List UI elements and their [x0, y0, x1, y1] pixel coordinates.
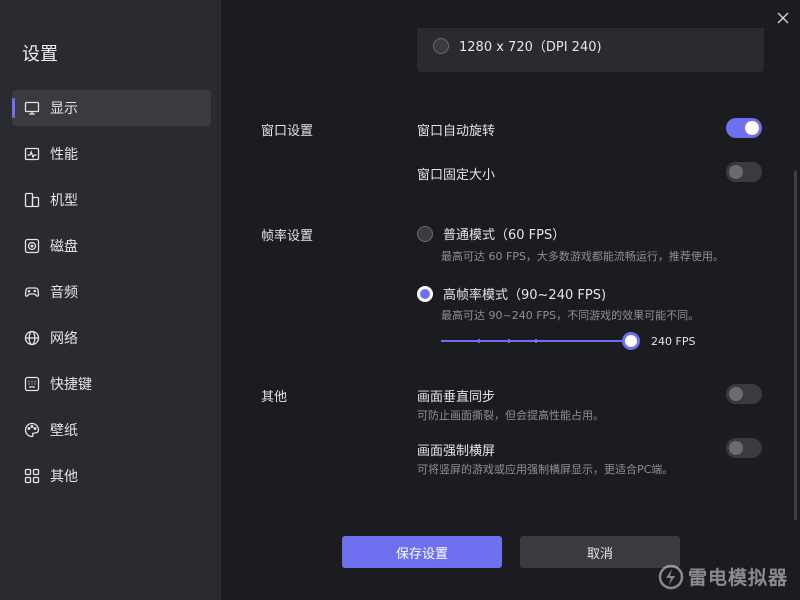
- normal-fps-radio[interactable]: [417, 225, 433, 242]
- sidebar-item-shortcuts[interactable]: 快捷键: [12, 366, 211, 402]
- slider-tick: [535, 339, 537, 343]
- sidebar-item-performance[interactable]: 性能: [12, 136, 211, 172]
- high-fps-radio[interactable]: [417, 285, 433, 302]
- performance-icon: [24, 146, 40, 162]
- fixed-size-label: 窗口固定大小: [417, 168, 496, 183]
- sidebar-item-wallpaper[interactable]: 壁纸: [12, 412, 211, 448]
- resolution-option-1280x720[interactable]: 1280 x 720（DPI 240): [433, 36, 602, 55]
- keyboard-icon: [24, 376, 40, 392]
- disk-icon: [24, 238, 40, 254]
- grid-icon: [24, 468, 40, 484]
- sidebar-item-label: 壁纸: [50, 423, 78, 439]
- force-landscape-toggle[interactable]: [726, 438, 762, 458]
- normal-fps-description: 最高可达 60 FPS，大多数游戏都能流畅运行，推荐使用。: [441, 250, 724, 263]
- sidebar-item-label: 显示: [50, 101, 78, 117]
- frame-rate-section-label: 帧率设置: [261, 229, 314, 244]
- ldplayer-watermark: 雷电模拟器: [658, 563, 788, 590]
- palette-icon: [24, 422, 40, 438]
- sidebar-item-display[interactable]: 显示: [12, 90, 211, 126]
- ldplayer-logo-icon: [658, 564, 684, 589]
- normal-fps-option[interactable]: 普通模式（60 FPS）: [417, 224, 565, 243]
- high-fps-description: 最高可达 90~240 FPS，不同游戏的效果可能不同。: [441, 309, 700, 322]
- window-settings-section-label: 窗口设置: [261, 124, 314, 139]
- settings-nav: 显示 性能 机型 磁盘 音频 网络 快捷键 壁纸 其他: [12, 90, 211, 504]
- fixed-size-toggle[interactable]: [726, 162, 762, 182]
- resolution-list: 1280 x 720（DPI 240): [417, 28, 764, 72]
- settings-title: 设置: [22, 44, 58, 65]
- slider-tick: [508, 339, 511, 343]
- close-icon: [777, 12, 789, 24]
- scrollbar[interactable]: [794, 170, 797, 520]
- fps-value-label: 240 FPS: [651, 335, 696, 348]
- fps-slider[interactable]: [441, 332, 640, 350]
- slider-thumb[interactable]: [622, 332, 640, 350]
- sidebar-item-device-model[interactable]: 机型: [12, 182, 211, 218]
- sidebar-item-label: 磁盘: [50, 239, 78, 255]
- monitor-icon: [24, 100, 40, 116]
- high-fps-option[interactable]: 高帧率模式（90~240 FPS): [417, 284, 606, 303]
- device-model-icon: [24, 192, 40, 208]
- watermark-text: 雷电模拟器: [687, 567, 788, 589]
- other-section-label: 其他: [261, 390, 288, 405]
- radio-button[interactable]: [433, 37, 449, 54]
- vsync-toggle[interactable]: [726, 384, 762, 404]
- vsync-label: 画面垂直同步: [417, 390, 496, 405]
- sidebar-item-label: 性能: [50, 147, 78, 163]
- sidebar-item-label: 音频: [50, 285, 78, 301]
- sidebar-item-label: 机型: [50, 193, 78, 209]
- vsync-description: 可防止画面撕裂，但会提高性能占用。: [417, 409, 604, 422]
- slider-tick: [478, 339, 480, 343]
- auto-rotate-toggle[interactable]: [726, 118, 762, 138]
- normal-fps-label: 普通模式（60 FPS）: [443, 228, 566, 243]
- sidebar-item-label: 其他: [50, 469, 78, 485]
- settings-sidebar: 设置 显示 性能 机型 磁盘 音频 网络 快捷键 壁纸 其他: [0, 0, 221, 600]
- force-landscape-description: 可将竖屏的游戏或应用强制横屏显示，更适合PC端。: [417, 463, 674, 476]
- globe-icon: [24, 330, 40, 346]
- gamepad-icon: [24, 284, 40, 300]
- sidebar-item-label: 快捷键: [50, 377, 92, 393]
- force-landscape-label: 画面强制横屏: [417, 444, 496, 459]
- sidebar-item-label: 网络: [50, 331, 78, 347]
- resolution-option-label: 1280 x 720（DPI 240): [459, 40, 602, 55]
- auto-rotate-label: 窗口自动旋转: [417, 124, 496, 139]
- sidebar-item-network[interactable]: 网络: [12, 320, 211, 356]
- save-settings-button[interactable]: 保存设置: [342, 536, 502, 568]
- high-fps-label: 高帧率模式（90~240 FPS): [443, 288, 607, 303]
- settings-content: 1280 x 720（DPI 240) 窗口设置 窗口自动旋转 窗口固定大小 帧…: [221, 0, 800, 600]
- cancel-button[interactable]: 取消: [520, 536, 680, 568]
- close-button[interactable]: [776, 10, 790, 24]
- sidebar-item-other[interactable]: 其他: [12, 458, 211, 494]
- sidebar-item-disk[interactable]: 磁盘: [12, 228, 211, 264]
- sidebar-item-audio[interactable]: 音频: [12, 274, 211, 310]
